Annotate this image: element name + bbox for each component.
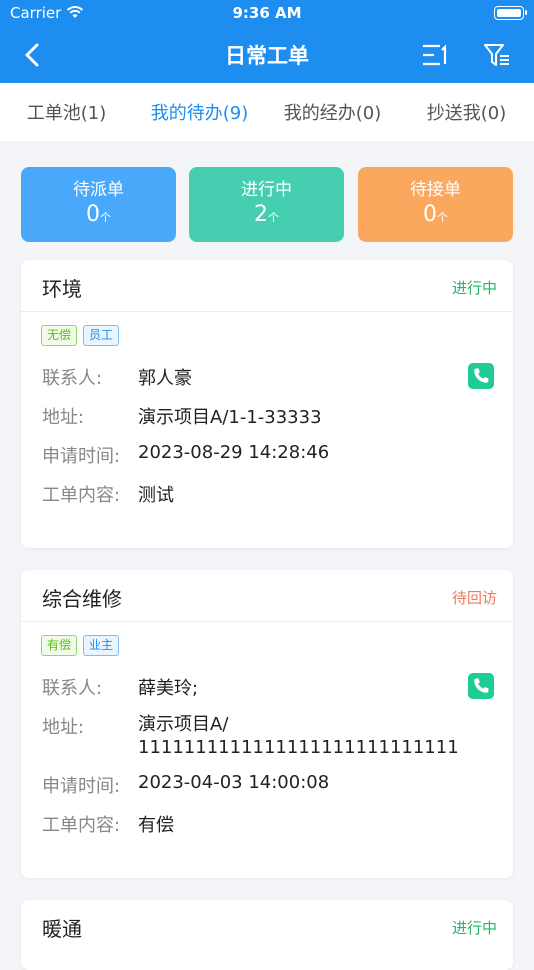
tab-my-todo[interactable]: 我的待办(9) bbox=[133, 99, 266, 125]
stat-unit: 个 bbox=[100, 211, 111, 224]
clock: 9:36 AM bbox=[232, 4, 302, 22]
sort-icon[interactable] bbox=[420, 41, 450, 69]
apply-time-value: 2023-08-29 14:28:46 bbox=[138, 442, 330, 463]
stat-value: 2 bbox=[254, 202, 268, 227]
stat-unit: 个 bbox=[268, 211, 279, 224]
stat-label: 进行中 bbox=[241, 180, 292, 200]
phone-icon[interactable] bbox=[468, 363, 494, 389]
apply-time-label: 申请时间: bbox=[42, 446, 121, 467]
apply-time-value: 2023-04-03 14:00:08 bbox=[138, 772, 330, 793]
address-label: 地址: bbox=[42, 717, 85, 738]
battery-icon bbox=[494, 6, 527, 20]
nav-bar: 日常工单 bbox=[0, 28, 534, 83]
work-order-card[interactable]: 综合维修 待回访 有偿 业主 联系人: 薛美玲; 地址: 演示项目A/11111111… bbox=[21, 570, 513, 878]
card-title: 环境 bbox=[42, 277, 82, 301]
role-tag: 业主 bbox=[83, 635, 120, 656]
stats-row: 待派单 0个 进行中 2个 待接单 0个 bbox=[21, 167, 513, 242]
address-value: 演示项目A/1-1-33333 bbox=[138, 407, 322, 428]
address-value-line2: 1111111111111111111111111111 bbox=[138, 737, 459, 758]
card-title: 综合维修 bbox=[42, 587, 122, 611]
status-badge: 进行中 bbox=[451, 919, 497, 937]
filter-icon[interactable] bbox=[482, 41, 512, 69]
stat-value: 0 bbox=[86, 202, 100, 227]
content-label: 工单内容: bbox=[42, 815, 121, 836]
paid-type-tag: 有偿 bbox=[41, 635, 78, 656]
stat-label: 待派单 bbox=[73, 180, 124, 200]
stat-in-progress[interactable]: 进行中 2个 bbox=[189, 167, 344, 242]
stat-value: 0 bbox=[423, 202, 437, 227]
paid-type-tag: 无偿 bbox=[41, 325, 78, 346]
contact-label: 联系人: bbox=[42, 368, 103, 389]
tab-my-handled[interactable]: 我的经办(0) bbox=[266, 99, 399, 125]
tab-work-order-pool[interactable]: 工单池(1) bbox=[0, 99, 133, 125]
contact-value: 薛美玲; bbox=[138, 678, 199, 699]
tab-cc-me[interactable]: 抄送我(0) bbox=[399, 99, 534, 125]
role-tag: 员工 bbox=[83, 325, 120, 346]
contact-label: 联系人: bbox=[42, 678, 103, 699]
content-label: 工单内容: bbox=[42, 485, 121, 506]
content-value: 有偿 bbox=[138, 815, 174, 836]
tab-bar: 工单池(1) 我的待办(9) 我的经办(0) 抄送我(0) bbox=[0, 83, 534, 141]
page-title: 日常工单 bbox=[225, 44, 309, 68]
status-badge: 待回访 bbox=[451, 589, 497, 607]
status-bar: Carrier 9:36 AM bbox=[0, 0, 534, 28]
status-badge: 进行中 bbox=[451, 279, 497, 297]
stat-unit: 个 bbox=[437, 211, 448, 224]
work-order-card[interactable]: 暖通 进行中 bbox=[21, 900, 513, 970]
content-value: 测试 bbox=[138, 485, 174, 506]
phone-icon[interactable] bbox=[468, 673, 494, 699]
contact-value: 郭人豪 bbox=[138, 368, 192, 389]
stat-pending-accept[interactable]: 待接单 0个 bbox=[358, 167, 513, 242]
address-label: 地址: bbox=[42, 407, 85, 428]
card-title: 暖通 bbox=[42, 917, 82, 941]
address-value: 演示项目A/ bbox=[138, 714, 229, 735]
apply-time-label: 申请时间: bbox=[42, 776, 121, 797]
stat-label: 待接单 bbox=[410, 180, 461, 200]
work-order-card[interactable]: 环境 进行中 无偿 员工 联系人: 郭人豪 地址: 演示项目A/1-1-33333 申… bbox=[21, 260, 513, 548]
stat-pending-dispatch[interactable]: 待派单 0个 bbox=[21, 167, 176, 242]
